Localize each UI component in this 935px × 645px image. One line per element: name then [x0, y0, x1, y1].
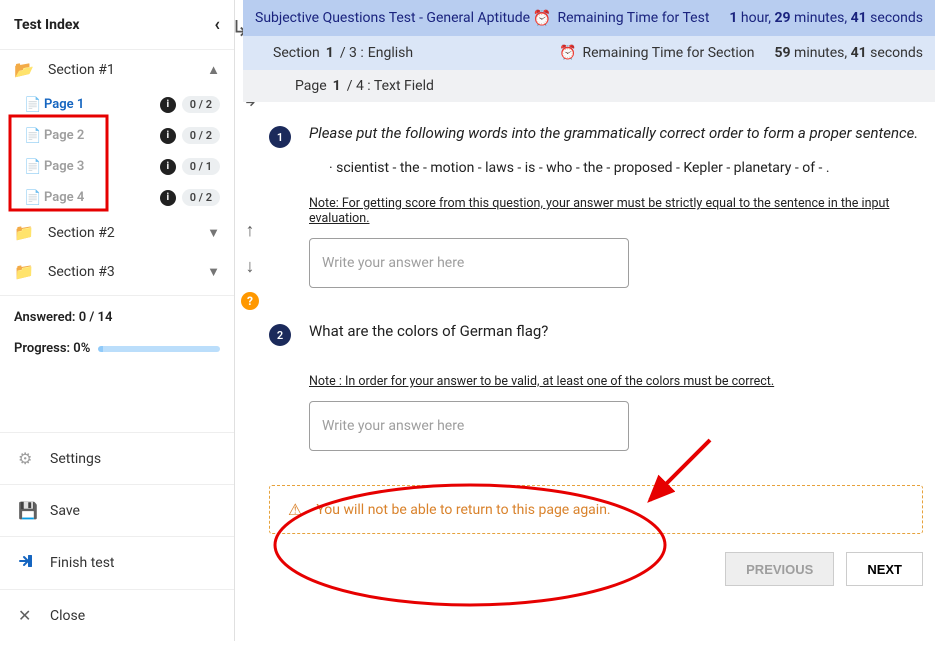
- page-label: Page 2: [44, 128, 160, 143]
- answer-input-2[interactable]: [309, 401, 629, 451]
- page-row-2[interactable]: 📄 Page 2 i 0 / 2: [0, 120, 234, 151]
- sidebar: Test Index ‹ 📂 Section #1 ▲ 📄 Page 1 i 0…: [0, 0, 235, 641]
- progress-row: Progress: 0%: [0, 335, 234, 370]
- section-label: Section #3: [36, 264, 207, 280]
- menu-label: Settings: [50, 451, 101, 467]
- folder-open-icon: 📂: [14, 60, 36, 79]
- question-text: Please put the following words into the …: [309, 124, 923, 142]
- question-note: Note: For getting score from this questi…: [309, 196, 923, 226]
- divider: [0, 295, 234, 296]
- remaining-test-value: 1 hour, 29 minutes, 41 seconds: [729, 10, 923, 26]
- finish-menu-item[interactable]: Finish test: [0, 536, 234, 589]
- section-row-2[interactable]: 📁 Section #2 ▼: [0, 213, 234, 252]
- warning-banner: ⚠ You will not be able to return to this…: [269, 485, 923, 534]
- page-score: 0 / 1: [182, 158, 220, 175]
- section-total: / 3 :: [340, 45, 364, 61]
- section-row-3[interactable]: 📁 Section #3 ▼: [0, 252, 234, 291]
- close-menu-item[interactable]: ✕ Close: [0, 589, 234, 641]
- question-number-badge: 1: [269, 126, 291, 148]
- finish-icon: [18, 553, 50, 573]
- section-word: Section: [273, 45, 320, 61]
- save-menu-item[interactable]: 💾 Save: [0, 484, 234, 536]
- remaining-section-value: 59 minutes, 41 seconds: [774, 45, 923, 61]
- progress-bar: [98, 346, 220, 352]
- info-icon: i: [160, 128, 176, 144]
- close-icon: ✕: [18, 606, 50, 625]
- chevron-down-icon: ▼: [207, 225, 220, 241]
- menu-label: Finish test: [50, 555, 115, 571]
- section-header-bar: Section 1 / 3 : English ⏰ Remaining Time…: [243, 36, 935, 70]
- section-label: Section #2: [36, 225, 207, 241]
- chevron-down-icon: ▼: [207, 264, 220, 280]
- collapse-sidebar-icon[interactable]: ‹: [214, 14, 220, 35]
- sidebar-title-row: Test Index ‹: [0, 0, 234, 50]
- page-score: 0 / 2: [182, 127, 220, 144]
- main-panel: Subjective Questions Test - General Apti…: [243, 0, 935, 641]
- page-rest: / 4 : Text Field: [347, 78, 434, 94]
- clock-icon: ⏰: [533, 9, 552, 27]
- warning-icon: ⚠: [288, 500, 302, 519]
- gear-icon: ⚙: [18, 449, 50, 468]
- info-icon: i: [160, 190, 176, 206]
- page-word: Page: [295, 78, 327, 94]
- clock-icon: ⏰: [559, 45, 576, 61]
- question-1: 1 Please put the following words into th…: [269, 124, 923, 288]
- sidebar-menu: ⚙ Settings 💾 Save Finish test ✕ Close: [0, 432, 234, 641]
- page-row-3[interactable]: 📄 Page 3 i 0 / 1: [0, 151, 234, 182]
- next-button[interactable]: NEXT: [846, 552, 923, 586]
- folder-icon: 📁: [14, 223, 36, 242]
- question-2: 2 What are the colors of German flag? No…: [269, 322, 923, 451]
- test-title: Subjective Questions Test - General Apti…: [255, 10, 530, 26]
- question-number-badge: 2: [269, 324, 291, 346]
- page-pos: 1: [333, 78, 341, 94]
- file-icon: 📄: [24, 97, 44, 113]
- file-icon: 📄: [24, 159, 44, 175]
- page-label: Page 4: [44, 190, 160, 205]
- question-note: Note : In order for your answer to be va…: [309, 374, 923, 389]
- question-content: 1 Please put the following words into th…: [243, 102, 935, 534]
- page-row-1[interactable]: 📄 Page 1 i 0 / 2: [0, 89, 234, 120]
- nav-buttons-row: PREVIOUS NEXT: [243, 552, 935, 602]
- info-icon: i: [160, 97, 176, 113]
- info-icon: i: [160, 159, 176, 175]
- section-pos: 1: [326, 45, 334, 61]
- warning-text: You will not be able to return to this p…: [316, 502, 610, 518]
- section-name: English: [368, 45, 413, 61]
- section-label: Section #1: [36, 62, 207, 78]
- previous-button[interactable]: PREVIOUS: [725, 552, 834, 586]
- section-row-1[interactable]: 📂 Section #1 ▲: [0, 50, 234, 89]
- chevron-up-icon: ▲: [207, 62, 220, 78]
- progress-label: Progress: 0%: [14, 341, 90, 356]
- settings-menu-item[interactable]: ⚙ Settings: [0, 432, 234, 484]
- page-score: 0 / 2: [182, 96, 220, 113]
- answered-count: Answered: 0 / 14: [0, 300, 234, 335]
- test-header-bar: Subjective Questions Test - General Apti…: [243, 0, 935, 36]
- remaining-section-label: Remaining Time for Section: [582, 45, 754, 61]
- file-icon: 📄: [24, 128, 44, 144]
- answer-input-1[interactable]: [309, 238, 629, 288]
- page-label: Page 3: [44, 159, 160, 174]
- menu-label: Close: [50, 608, 85, 624]
- menu-label: Save: [50, 503, 80, 519]
- folder-icon: 📁: [14, 262, 36, 281]
- page-header-bar: Page 1 / 4 : Text Field: [243, 70, 935, 102]
- section-1-pages: 📄 Page 1 i 0 / 2 📄 Page 2 i 0 / 2 📄 Page…: [0, 89, 234, 213]
- page-label: Page 1: [44, 97, 160, 112]
- sidebar-title: Test Index: [14, 17, 80, 33]
- save-icon: 💾: [18, 501, 50, 520]
- page-row-4[interactable]: 📄 Page 4 i 0 / 2: [0, 182, 234, 213]
- question-words: · scientist - the - motion - laws - is -…: [329, 160, 923, 176]
- remaining-test-label: Remaining Time for Test: [557, 10, 709, 26]
- question-text: What are the colors of German flag?: [309, 322, 923, 340]
- file-icon: 📄: [24, 190, 44, 206]
- page-score: 0 / 2: [182, 189, 220, 206]
